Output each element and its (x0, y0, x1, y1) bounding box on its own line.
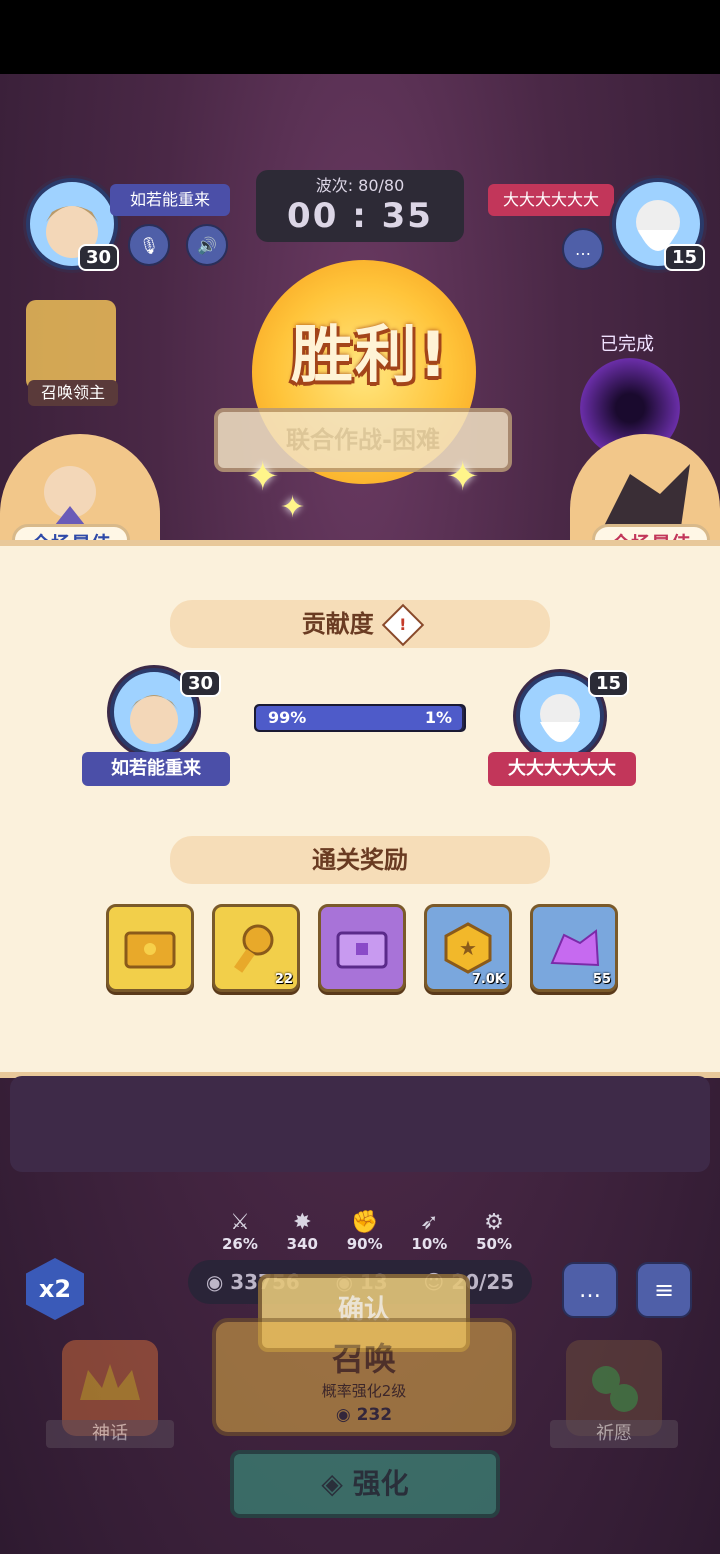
summon-title: 召唤 (331, 1340, 396, 1378)
stat-item: ✸ 340 (287, 1210, 318, 1266)
upgrade-button[interactable]: ◈ 强化 (230, 1450, 500, 1518)
svg-text:★: ★ (459, 936, 477, 960)
contribution-section-title: 贡献度 ! (170, 600, 550, 648)
gold-chest-icon (124, 931, 176, 969)
contribution-left-percent: 99% (268, 708, 307, 727)
menu-icon: ≡ (653, 1276, 675, 1304)
contribution-left-name: 如若能重来 (82, 752, 230, 786)
wave-timer-panel: 波次: 80/80 00 : 35 (256, 170, 464, 242)
reward-item[interactable] (106, 904, 194, 992)
upgrade-arrow-icon: ◈ (321, 1467, 343, 1500)
left-player-level: 30 (78, 244, 120, 271)
silver-coin-icon: ◉ (335, 1405, 351, 1425)
power-icon: ✊ (351, 1210, 379, 1235)
contribution-right-level: 15 (588, 670, 630, 697)
wish-label: 祈愿 (550, 1420, 678, 1448)
speed-icon: ➶ (420, 1210, 439, 1235)
left-player-name: 如若能重来 (110, 184, 230, 216)
wave-counter: 波次: 80/80 (315, 176, 405, 195)
summon-subtitle: 概率强化2级 (321, 1382, 407, 1400)
sparkle-icon: ✦ (246, 454, 280, 500)
stat-value: 10% (411, 1235, 448, 1253)
game-screen: 30 如若能重来 🎙 🔊 波次: 80/80 00 : 35 大大大大大大 15… (0, 74, 720, 1554)
crit-icon: ⚔ (230, 1210, 250, 1235)
stat-value: 340 (286, 1235, 318, 1253)
chat-bubble-icon: … (579, 1277, 601, 1303)
countdown-timer: 00 : 35 (287, 196, 433, 236)
contribution-right-name: 大大大大大大 (488, 752, 636, 786)
summon-lord-label: 召唤领主 (28, 380, 118, 406)
reward-item[interactable]: 55 (530, 904, 618, 992)
gold-coin-icon: ★ (444, 922, 492, 974)
reward-count: 55 (592, 972, 611, 987)
purple-chest-icon (336, 931, 388, 969)
chat-button[interactable]: … (562, 1262, 618, 1318)
stat-value: 90% (346, 1235, 383, 1253)
damage-icon: ✸ (293, 1210, 312, 1235)
right-player-level: 15 (664, 244, 706, 271)
summon-cost: ◉ 232 (216, 1405, 512, 1425)
reward-item[interactable] (318, 904, 406, 992)
stat-row: ⚔ 26% ✸ 340 ✊ 90% ➶ 10% ⚙ 50% (222, 1210, 512, 1266)
contribution-bar: 99% 1% (254, 704, 466, 732)
reward-item[interactable]: ★ 7.0K (424, 904, 512, 992)
stat-value: 26% (222, 1235, 258, 1253)
myth-label: 神话 (46, 1420, 174, 1448)
gear-icon: ⚙ (484, 1210, 504, 1235)
stat-value: 50% (476, 1235, 512, 1253)
chat-bubble-icon[interactable]: … (562, 228, 604, 270)
board-area (10, 1076, 710, 1172)
microphone-icon[interactable]: 🎙 (128, 224, 170, 266)
reward-item[interactable]: 22 (212, 904, 300, 992)
contribution-title: 贡献度 (301, 610, 374, 638)
stat-item: ✊ 90% (347, 1210, 383, 1266)
purple-crystal-icon (550, 929, 600, 967)
result-panel: 贡献度 ! 30 如若能重来 99% 1% 15 大大大大大大 通关奖励 22 (0, 540, 720, 1078)
info-icon[interactable]: ! (381, 603, 425, 647)
boss-status-label: 已完成 (600, 334, 654, 355)
sparkle-icon: ✦ (280, 490, 306, 525)
sparkle-icon: ✦ (446, 454, 480, 500)
upgrade-label: 强化 (352, 1467, 409, 1500)
summon-button[interactable]: 召唤 概率强化2级 ◉ 232 (212, 1318, 516, 1436)
star-key-icon (234, 924, 274, 973)
contribution-right-percent: 1% (424, 708, 452, 727)
right-player-name: 大大大大大大 (488, 184, 614, 216)
menu-button[interactable]: ≡ (636, 1262, 692, 1318)
stat-item: ➶ 10% (411, 1210, 447, 1266)
summon-cost-value: 232 (356, 1405, 393, 1425)
speed-toggle-button[interactable]: x2 (26, 1258, 84, 1320)
silver-coin-icon: ◉ (205, 1270, 224, 1294)
stat-item: ⚔ 26% (222, 1210, 258, 1266)
reward-count: 22 (274, 972, 293, 987)
summon-lord-portrait (26, 300, 116, 390)
speaker-icon[interactable]: 🔊 (186, 224, 228, 266)
victory-title: 胜利! (290, 318, 450, 391)
rewards-section-title: 通关奖励 (170, 836, 550, 884)
reward-count: 7.0K (471, 972, 505, 987)
contribution-left-level: 30 (180, 670, 222, 697)
stat-item: ⚙ 50% (476, 1210, 512, 1266)
